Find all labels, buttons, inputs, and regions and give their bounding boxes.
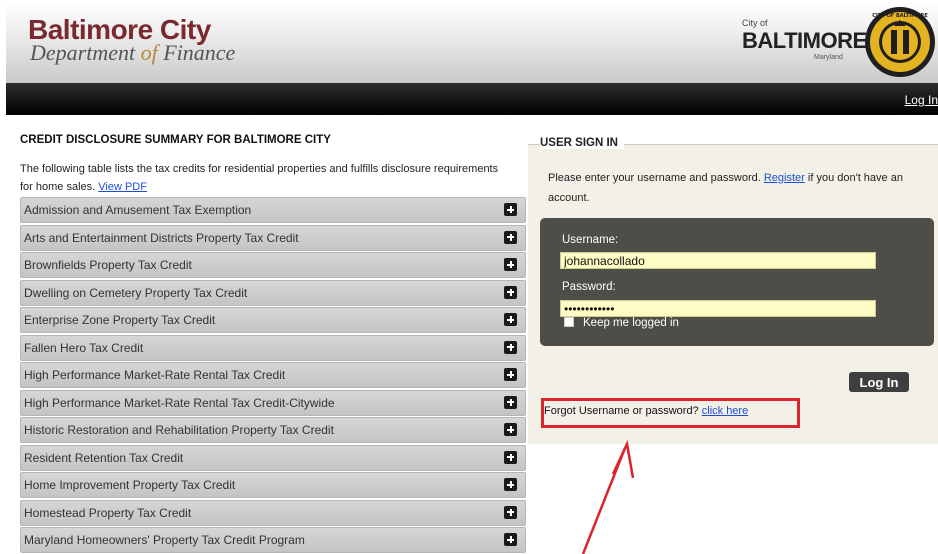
credit-item[interactable]: Home Improvement Property Tax Credit	[20, 472, 526, 498]
credit-item[interactable]: High Performance Market-Rate Rental Tax …	[20, 362, 526, 388]
expand-plus-icon[interactable]	[504, 533, 517, 546]
credit-label: Historic Restoration and Rehabilitation …	[24, 423, 334, 437]
password-label: Password:	[562, 281, 616, 293]
login-form: Username: Password: Keep me logged in	[540, 218, 934, 346]
expand-plus-icon[interactable]	[504, 450, 517, 464]
credit-label: Homestead Property Tax Credit	[24, 505, 192, 520]
credit-item[interactable]: Enterprise Zone Property Tax Credit	[20, 307, 526, 333]
register-link[interactable]: Register	[764, 172, 805, 184]
red-arrow-annotation	[581, 440, 635, 554]
logo-of-text: of	[140, 40, 158, 65]
section-title: CREDIT DISCLOSURE SUMMARY FOR BALTIMORE …	[20, 134, 331, 146]
expand-plus-icon[interactable]	[504, 340, 517, 354]
city-small-text: City of	[742, 18, 768, 28]
credit-label: Admission and Amusement Tax Exemption	[24, 203, 252, 217]
credit-label: Fallen Hero Tax Credit	[24, 340, 144, 355]
credit-label: Enterprise Zone Property Tax Credit	[24, 313, 216, 327]
credit-list: Admission and Amusement Tax Exemption Ar…	[20, 197, 526, 553]
credit-item[interactable]: High Performance Market-Rate Rental Tax …	[20, 389, 526, 416]
credit-label: Home Improvement Property Tax Credit	[24, 478, 236, 492]
signin-msg-before: Please enter your username and password.	[548, 172, 761, 184]
intro-body: The following table lists the tax credit…	[20, 163, 499, 193]
credit-item[interactable]: Dwelling on Cemetery Property Tax Credit	[20, 279, 526, 306]
credit-label: Dwelling on Cemetery Property Tax Credit	[24, 285, 248, 300]
signin-message: Please enter your username and password.…	[548, 168, 938, 208]
logo-dept-text: Department	[30, 40, 136, 65]
expand-plus-icon[interactable]	[504, 230, 517, 244]
credit-item[interactable]: Historic Restoration and Rehabilitation …	[20, 417, 526, 443]
credit-item[interactable]: Resident Retention Tax Credit	[20, 444, 526, 471]
expand-plus-icon[interactable]	[504, 285, 517, 299]
finance-logo[interactable]: Baltimore City Department of Finance	[28, 16, 235, 64]
seal-text: CITY OF BALTIMORE	[872, 13, 928, 19]
credit-disclosure-section: CREDIT DISCLOSURE SUMMARY FOR BALTIMORE …	[20, 134, 526, 554]
expand-plus-icon[interactable]	[504, 395, 517, 409]
expand-plus-icon[interactable]	[504, 258, 517, 271]
credit-label: Arts and Entertainment Districts Propert…	[24, 230, 299, 245]
credit-item[interactable]: Homestead Property Tax Credit	[20, 499, 526, 526]
highlight-annotation-box	[541, 398, 800, 428]
credit-item[interactable]: Fallen Hero Tax Credit	[20, 334, 526, 361]
keep-logged-in-checkbox[interactable]	[564, 317, 574, 327]
username-field[interactable]	[560, 252, 876, 269]
credit-label: Maryland Homeowners' Property Tax Credit…	[24, 533, 305, 547]
header-login-link[interactable]: Log In	[905, 93, 938, 107]
expand-plus-icon[interactable]	[504, 368, 517, 381]
city-of-baltimore-logo: City of BALTIMORE Maryland	[742, 16, 867, 66]
intro-text: The following table lists the tax credit…	[20, 160, 500, 196]
credit-item[interactable]: Maryland Homeowners' Property Tax Credit…	[20, 527, 526, 553]
nav-bar: Log In	[6, 83, 938, 115]
credit-label: High Performance Market-Rate Rental Tax …	[24, 368, 286, 382]
keep-logged-in-label: Keep me logged in	[583, 317, 679, 329]
page: Baltimore City Department of Finance Cit…	[0, 0, 938, 554]
logo-subtitle: Department of Finance	[28, 42, 235, 64]
credit-label: High Performance Market-Rate Rental Tax …	[24, 395, 335, 410]
expand-plus-icon[interactable]	[504, 423, 517, 436]
expand-plus-icon[interactable]	[504, 478, 517, 491]
credit-item[interactable]: Arts and Entertainment Districts Propert…	[20, 224, 526, 251]
expand-plus-icon[interactable]	[504, 505, 517, 519]
credit-label: Brownfields Property Tax Credit	[24, 258, 192, 272]
login-button[interactable]: Log In	[849, 372, 909, 392]
password-field[interactable]	[560, 300, 876, 317]
credit-item[interactable]: Brownfields Property Tax Credit	[20, 252, 526, 278]
credit-item[interactable]: Admission and Amusement Tax Exemption	[20, 197, 526, 223]
user-sign-in-section: USER SIGN IN Please enter your username …	[528, 134, 938, 444]
view-pdf-link[interactable]: View PDF	[98, 181, 147, 193]
expand-plus-icon[interactable]	[504, 203, 517, 216]
city-state-text: Maryland	[814, 54, 843, 61]
username-label: Username:	[562, 234, 619, 246]
keep-logged-in[interactable]: Keep me logged in	[564, 317, 679, 329]
signin-title: USER SIGN IN	[540, 137, 624, 149]
credit-label: Resident Retention Tax Credit	[24, 450, 184, 465]
city-big-text: BALTIMORE	[742, 28, 867, 53]
expand-plus-icon[interactable]	[504, 313, 517, 326]
site-header: Baltimore City Department of Finance Cit…	[6, 0, 938, 83]
city-seal-icon: CITY OF BALTIMORE	[865, 7, 935, 77]
logo-finance-text: Finance	[163, 40, 236, 65]
